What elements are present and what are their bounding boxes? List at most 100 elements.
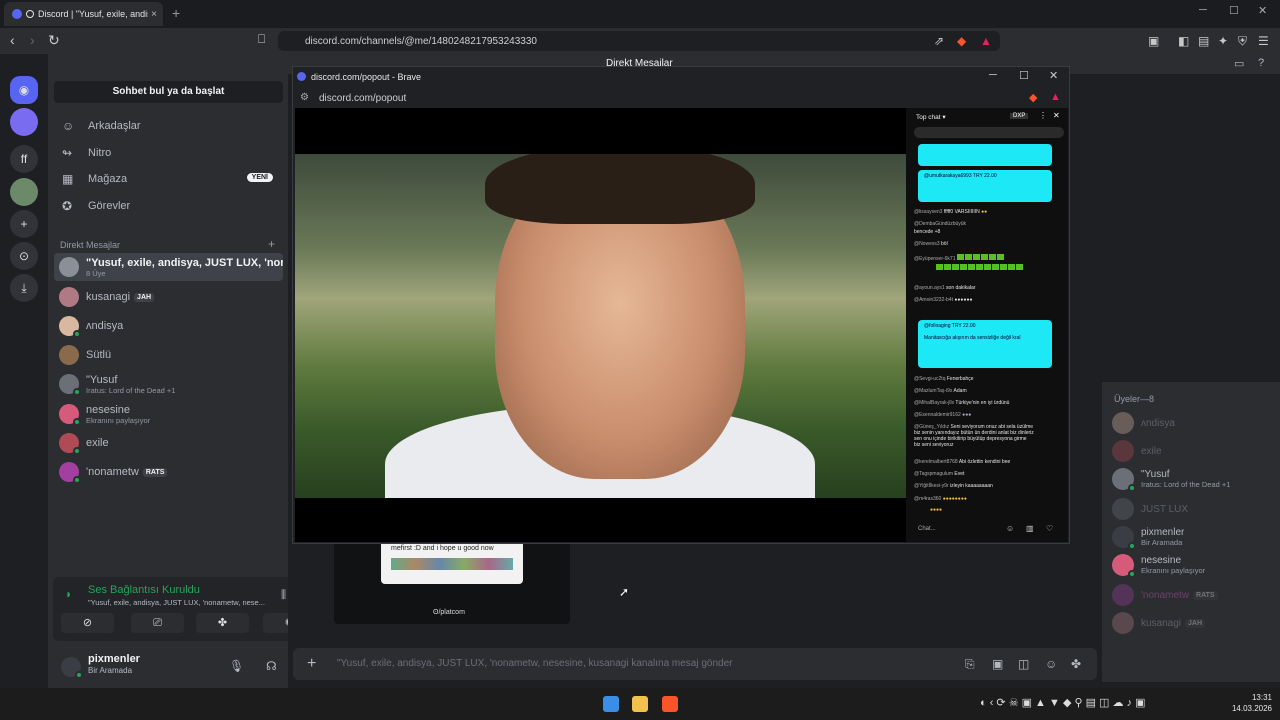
gif-icon[interactable]: ▣ <box>992 648 1003 680</box>
nav-shop[interactable]: ▦ Mağaza YENİ <box>54 167 283 191</box>
address-bar[interactable]: discord.com/channels/@me/148024821795324… <box>278 31 1000 51</box>
leo-icon[interactable]: ✦ <box>1218 34 1228 48</box>
reload-icon[interactable]: ↻ <box>48 32 60 49</box>
member-item[interactable]: pixmenler Bir Aramada <box>1112 526 1184 550</box>
create-dm-button[interactable]: + <box>268 237 275 251</box>
member-item[interactable]: 'nonametw RATS <box>1112 584 1218 606</box>
chat-input[interactable]: Chat... <box>914 523 1014 536</box>
screen-share-button[interactable]: ⎚ <box>131 613 184 633</box>
emoji-icon: ●●● <box>962 412 972 418</box>
dm-item[interactable]: nesesine Ekranını paylaşıyor <box>54 400 283 428</box>
message-input[interactable]: + "Yusuf, exile, andisya, JUST LUX, 'non… <box>293 648 1097 680</box>
forward-icon[interactable]: › <box>30 32 35 48</box>
tray-icons[interactable]: ◐ ‹ ⟳ ☠ ▣ ▲ ▼ ◆ ⚲ ▤ ◫ ☁ ♪ ▣ <box>980 696 1145 709</box>
noise-suppression-icon[interactable]: ⫼ <box>281 589 286 602</box>
stream-tile[interactable]: mefirst :D and i hope u good now ʘ/platc… <box>334 540 570 624</box>
member-item[interactable]: kusanagi JAH <box>1112 612 1206 634</box>
clock-time: 13:31 <box>1251 693 1272 702</box>
sticker-icon[interactable]: ◫ <box>1018 648 1029 680</box>
vpn-icon[interactable]: ⛨ <box>1238 34 1247 49</box>
find-conversation-button[interactable]: Sohbet bul ya da başlat <box>54 81 283 103</box>
dm-item[interactable]: ᴧndisya <box>54 312 283 340</box>
nav-friends[interactable]: ☺ Arkadaşlar <box>54 114 283 138</box>
dm-item[interactable]: exile <box>54 429 283 457</box>
super-chat-icon[interactable]: ▥ <box>1026 524 1034 533</box>
activities-button[interactable]: ✤ <box>196 613 249 633</box>
dm-item[interactable]: "Yusuf Iratus: Lord of the Dead +1 <box>54 370 283 398</box>
apps-icon[interactable]: ✤ <box>1071 648 1081 680</box>
sidebar-icon[interactable]: ◧ <box>1178 34 1189 48</box>
maximize-icon[interactable]: ☐ <box>1229 4 1239 17</box>
minimize-icon[interactable]: ─ <box>1199 4 1207 16</box>
brave-shield-icon[interactable]: ◆ <box>957 34 966 48</box>
back-icon[interactable]: ‹ <box>10 32 15 48</box>
inbox-icon[interactable]: ▭ <box>1234 57 1244 70</box>
attach-plus-icon[interactable]: + <box>307 648 316 680</box>
member-item[interactable]: ᴧndisya <box>1112 412 1175 434</box>
nav-quests[interactable]: ✪ Görevler <box>54 194 283 218</box>
server-icon[interactable] <box>10 178 38 206</box>
discover-icon[interactable]: ⊙ <box>10 242 38 270</box>
brave-shield-icon[interactable]: ◆ <box>1029 91 1037 104</box>
tab-close-button[interactable]: × <box>151 9 157 20</box>
server-ff[interactable]: ff <box>10 145 38 173</box>
video-player[interactable] <box>295 108 906 542</box>
member-item[interactable]: nesesine Ekranını paylaşıyor <box>1112 554 1205 578</box>
nav-nitro[interactable]: ↬ Nitro <box>54 141 283 165</box>
quests-icon: ✪ <box>62 199 73 213</box>
menu-icon[interactable]: ☰ <box>1258 34 1269 48</box>
discord-home-icon[interactable]: ◉ <box>10 76 38 104</box>
media-icon[interactable]: ▣ <box>1148 34 1159 48</box>
microphone-icon[interactable]: 🎙︎ <box>229 659 244 673</box>
chat-mode-dropdown[interactable]: Top chat ▾ <box>916 113 946 121</box>
super-chat-text: Manitascığa alışırım da sensizliğe değil… <box>924 335 1021 341</box>
download-icon[interactable]: ⤓ <box>10 274 38 302</box>
windows-start-icon[interactable] <box>603 696 619 712</box>
help-icon[interactable]: ? <box>1258 57 1264 69</box>
new-tab-button[interactable]: + <box>172 5 180 21</box>
server-icon[interactable] <box>10 108 38 136</box>
share-icon[interactable]: ⇗ <box>934 34 944 48</box>
chat-text: son dakikalar <box>946 285 976 291</box>
emoji-icon[interactable]: ☺ <box>1045 648 1057 680</box>
bookmark-icon[interactable]: ⎕ <box>258 32 265 47</box>
dm-name: exile <box>86 437 109 449</box>
dm-name: "Yusuf, exile, andisya, JUST LUX, 'nona.… <box>86 256 283 269</box>
voice-channel[interactable]: "Yusuf, exile, andisya, JUST LUX, 'nonam… <box>88 598 273 607</box>
member-item[interactable]: JUST LUX <box>1112 498 1188 520</box>
system-clock[interactable]: 13:31 14.03.2026 <box>1232 692 1272 714</box>
clan-tag: RATS <box>142 467 168 477</box>
avatar <box>59 462 81 484</box>
avatar[interactable] <box>61 657 83 679</box>
dm-item[interactable]: "Yusuf, exile, andisya, JUST LUX, 'nona.… <box>54 253 283 281</box>
close-window-icon[interactable]: ✕ <box>1258 4 1267 17</box>
close-window-icon[interactable]: ✕ <box>1049 69 1058 82</box>
nav-label: Mağaza <box>88 173 128 185</box>
file-explorer-icon[interactable] <box>632 696 648 712</box>
browser-tab[interactable]: Discord | "Yusuf, exile, andisya × <box>4 2 163 26</box>
minimize-icon[interactable]: ─ <box>989 69 997 81</box>
add-server-icon[interactable]: + <box>10 210 38 238</box>
maximize-icon[interactable]: ☐ <box>1019 69 1029 82</box>
pinned-supers-bar[interactable] <box>914 127 1064 138</box>
wallet-icon[interactable]: ▤ <box>1198 34 1209 48</box>
close-icon[interactable]: ✕ <box>1053 111 1060 120</box>
dm-item[interactable]: kusanagi JAH <box>54 283 283 311</box>
heart-icon[interactable]: ♡ <box>1046 524 1053 533</box>
brave-browser-icon[interactable] <box>662 696 678 712</box>
site-info-icon[interactable]: ⚙ <box>300 92 309 103</box>
emoji-picker-icon[interactable]: ☺ <box>1006 524 1014 533</box>
brave-rewards-icon[interactable]: ▲ <box>980 34 992 48</box>
gift-icon[interactable]: ⎘ <box>965 648 975 680</box>
headphones-icon[interactable]: ☊ <box>266 659 277 673</box>
status-icon <box>73 447 81 455</box>
more-icon[interactable]: ⋮ <box>1039 111 1047 120</box>
camera-button[interactable]: ⊘ <box>61 613 114 633</box>
member-item[interactable]: "Yusuf Iratus: Lord of the Dead +1 <box>1112 468 1230 492</box>
dm-name: kusanagi <box>86 291 131 303</box>
brave-rewards-icon[interactable]: ▲ <box>1050 91 1061 103</box>
dm-item[interactable]: 'nonametw RATS <box>54 458 283 486</box>
dm-header: Direkt Mesajlar <box>60 240 121 250</box>
dm-item[interactable]: Sütlü <box>54 341 283 369</box>
member-item[interactable]: exile <box>1112 440 1162 462</box>
